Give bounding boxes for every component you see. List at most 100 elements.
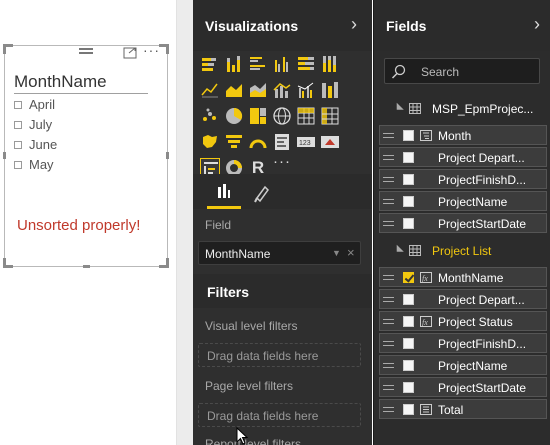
gauge-chart-icon[interactable] [248, 132, 268, 152]
field-item-project-finish-date[interactable]: ProjectFinishD... [379, 169, 547, 189]
report-canvas[interactable]: ··· MonthName April July June May Unsort… [0, 0, 193, 445]
chevron-down-icon[interactable]: ▼ [332, 248, 341, 258]
card-visual-icon[interactable]: 123 [296, 132, 316, 152]
more-visuals-icon[interactable]: ··· [272, 153, 292, 173]
treemap-icon[interactable] [248, 106, 268, 126]
resize-handle[interactable] [3, 44, 13, 47]
slicer-item[interactable]: July [14, 117, 52, 132]
slicer-visual[interactable]: ··· MonthName April July June May Unsort… [4, 42, 168, 267]
matrix-visual-icon[interactable] [320, 106, 340, 126]
line-chart-icon[interactable] [200, 80, 220, 100]
field-item-project-start-date[interactable]: ProjectStartDate [379, 213, 547, 233]
field-well[interactable]: MonthName ▼ × [198, 241, 361, 265]
field-item-project-name[interactable]: ProjectName [379, 191, 547, 211]
checkbox-icon[interactable] [14, 120, 22, 129]
slicer-item[interactable]: April [14, 97, 55, 112]
field-item-project-name[interactable]: ProjectName [379, 355, 547, 375]
field-checkbox[interactable] [403, 152, 414, 163]
drag-grip-icon[interactable] [383, 385, 394, 393]
drag-grip-icon[interactable] [383, 297, 394, 305]
field-checkbox-checked[interactable] [403, 272, 414, 283]
expand-triangle-icon[interactable] [393, 102, 404, 114]
slicer-item[interactable]: May [14, 157, 54, 172]
resize-handle[interactable] [83, 265, 90, 268]
drop-zone-placeholder: Drag data fields here [207, 409, 319, 423]
checkbox-icon[interactable] [14, 100, 22, 109]
table-visual-icon[interactable] [296, 106, 316, 126]
focus-mode-icon[interactable] [123, 47, 137, 59]
slicer-item[interactable]: June [14, 137, 57, 152]
resize-handle[interactable] [3, 265, 13, 268]
kpi-visual-icon[interactable] [320, 132, 340, 152]
stacked-area-chart-icon[interactable] [248, 80, 268, 100]
field-item-project-finish-date[interactable]: ProjectFinishD... [379, 333, 547, 353]
line-and-clustered-column-icon[interactable] [296, 80, 316, 100]
drag-grip-icon[interactable] [383, 221, 394, 229]
field-item-project-status[interactable]: fx Project Status [379, 311, 547, 331]
100-stacked-column-icon[interactable] [320, 54, 340, 74]
area-chart-icon[interactable] [224, 80, 244, 100]
field-checkbox[interactable] [403, 196, 414, 207]
drag-grip-icon[interactable] [383, 363, 394, 371]
multi-row-card-icon[interactable] [272, 132, 292, 152]
filled-map-icon[interactable] [200, 132, 220, 152]
drag-grip-icon[interactable] [383, 199, 394, 207]
field-checkbox[interactable] [403, 316, 414, 327]
100-stacked-bar-icon[interactable] [296, 54, 316, 74]
field-item-project-start-date[interactable]: ProjectStartDate [379, 377, 547, 397]
fields-tab-icon [218, 184, 230, 198]
checkbox-icon[interactable] [14, 160, 22, 169]
drag-grip-icon[interactable] [383, 407, 394, 415]
field-item-project-department[interactable]: Project Depart... [379, 147, 547, 167]
drag-grip-icon[interactable] [383, 341, 394, 349]
drag-grip-icon[interactable] [383, 177, 394, 185]
field-item-total[interactable]: Total [379, 399, 547, 419]
page-level-drop-zone[interactable]: Drag data fields here [198, 403, 361, 427]
collapse-fields-chevron-icon[interactable]: › [534, 14, 540, 35]
field-item-monthname[interactable]: fx MonthName [379, 267, 547, 287]
field-item-month[interactable]: Month [379, 125, 547, 145]
resize-handle[interactable] [3, 152, 6, 159]
visual-level-drop-zone[interactable]: Drag data fields here [198, 343, 361, 367]
resize-handle[interactable] [159, 265, 169, 268]
table-name: Project List [432, 244, 492, 258]
calculated-column-icon: fx [420, 272, 432, 283]
drag-grip-icon[interactable] [383, 275, 394, 283]
field-checkbox[interactable] [403, 294, 414, 305]
clustered-bar-chart-icon[interactable] [248, 54, 268, 74]
more-options-icon[interactable]: ··· [143, 42, 160, 58]
field-name: ProjectName [438, 359, 508, 373]
field-checkbox[interactable] [403, 130, 414, 141]
field-checkbox[interactable] [403, 404, 414, 415]
tab-fields[interactable] [207, 181, 241, 209]
field-checkbox[interactable] [403, 360, 414, 371]
stacked-column-chart-icon[interactable] [224, 54, 244, 74]
table-header-msp-epm[interactable]: MSP_EpmProjec... [374, 98, 550, 120]
stacked-bar-chart-icon[interactable] [200, 54, 220, 74]
funnel-chart-icon[interactable] [224, 132, 244, 152]
drag-grip-icon[interactable] [383, 133, 394, 141]
table-header-project-list[interactable]: Project List [374, 240, 550, 262]
collapse-visualizations-chevron-icon[interactable]: › [351, 14, 357, 35]
ribbon-chart-icon[interactable] [320, 80, 340, 100]
clustered-column-chart-icon[interactable] [272, 54, 292, 74]
drag-grip-icon[interactable] [383, 319, 394, 327]
pie-chart-icon[interactable] [224, 106, 244, 126]
field-checkbox[interactable] [403, 218, 414, 229]
resize-handle[interactable] [166, 152, 169, 159]
search-input[interactable]: Search [384, 58, 540, 84]
line-and-stacked-column-icon[interactable] [272, 80, 292, 100]
checkbox-icon[interactable] [14, 140, 22, 149]
tab-format[interactable] [251, 182, 275, 206]
remove-field-icon[interactable]: × [347, 245, 355, 260]
field-checkbox[interactable] [403, 382, 414, 393]
drag-grip-icon[interactable] [383, 155, 394, 163]
field-item-project-department[interactable]: Project Depart... [379, 289, 547, 309]
field-checkbox[interactable] [403, 338, 414, 349]
drag-grip-icon[interactable] [79, 48, 93, 56]
resize-handle[interactable] [159, 44, 169, 47]
map-globe-icon[interactable] [272, 106, 292, 126]
expand-triangle-icon[interactable] [393, 244, 404, 256]
field-checkbox[interactable] [403, 174, 414, 185]
waterfall-chart-icon[interactable] [200, 106, 220, 126]
